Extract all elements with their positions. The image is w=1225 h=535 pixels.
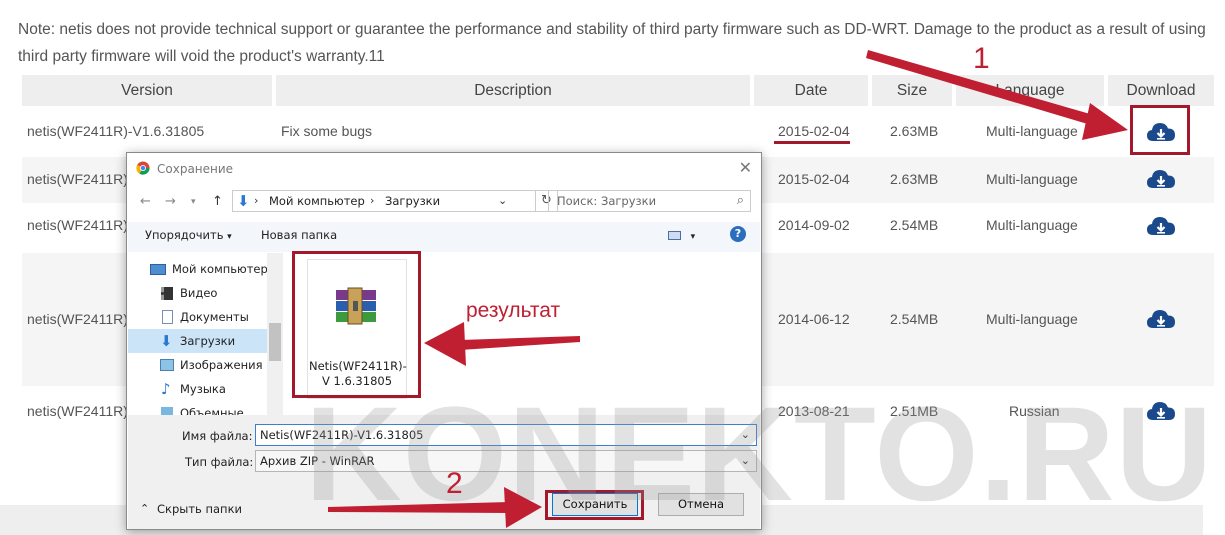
arrow-to-save <box>328 487 542 528</box>
arrow-to-result <box>424 322 580 366</box>
page: Note: netis does not provide technical s… <box>0 0 1225 535</box>
arrow-to-download <box>866 50 1128 140</box>
annotation-arrows <box>328 50 1128 528</box>
